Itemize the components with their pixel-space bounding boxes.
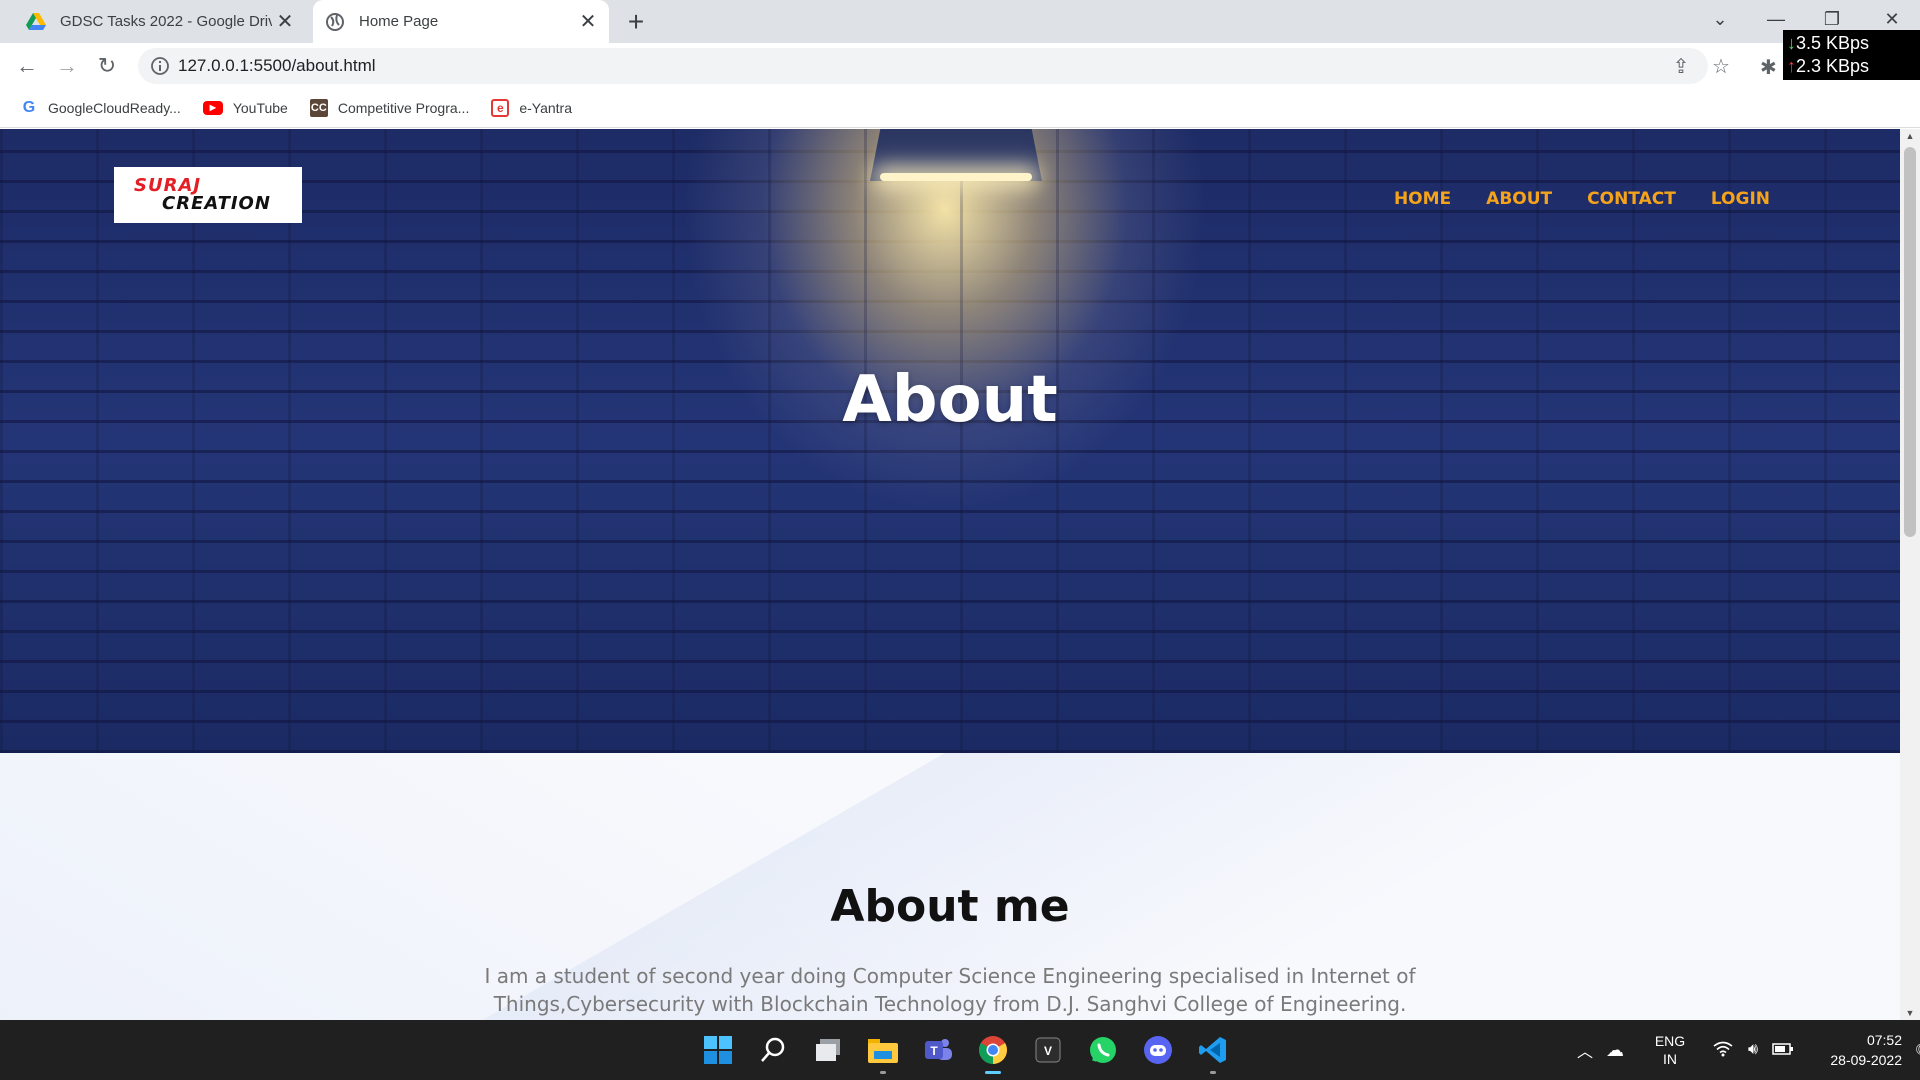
extensions-icon[interactable]: ✱ — [1760, 55, 1777, 80]
tab-title: GDSC Tasks 2022 - Google Drive — [60, 13, 272, 30]
discord-icon[interactable] — [1130, 1025, 1185, 1075]
tab-home-page[interactable]: Home Page ✕ — [313, 0, 609, 43]
vscode-icon[interactable] — [1185, 1025, 1240, 1075]
bookmark-label: YouTube — [232, 99, 288, 116]
show-hidden-icons-icon[interactable]: ︿ — [1570, 1038, 1600, 1062]
section-text: I am a student of second year doing Comp… — [484, 964, 1416, 1016]
nav-home[interactable]: HOME — [1394, 189, 1451, 209]
scroll-down-icon[interactable]: ▼ — [1905, 1008, 1915, 1018]
bookmark-e-yantra[interactable]: e e-Yantra — [491, 98, 573, 117]
site-nav: HOME ABOUT CONTACT LOGIN — [1359, 189, 1770, 209]
focus-assist-icon[interactable]: ☾ — [1908, 1040, 1920, 1060]
page-scrollbar[interactable]: ▲ ▼ — [1900, 129, 1920, 1020]
logo-line-2: CREATION — [162, 193, 271, 214]
windows-start-icon[interactable] — [690, 1025, 745, 1075]
task-view-icon[interactable] — [800, 1025, 855, 1075]
svg-text:T: T — [930, 1044, 938, 1058]
lamp-light — [880, 173, 1032, 181]
scroll-up-icon[interactable]: ▲ — [1905, 131, 1915, 141]
close-tab-icon[interactable]: ✕ — [272, 9, 298, 35]
hero-title: About — [842, 363, 1058, 437]
share-icon[interactable]: ⇪ — [1670, 55, 1692, 78]
volume-icon[interactable]: 🔊︎ — [1738, 1041, 1768, 1059]
nav-contact[interactable]: CONTACT — [1587, 189, 1676, 209]
cc-icon: CC — [309, 98, 328, 117]
language-code: ENG — [1654, 1033, 1686, 1049]
scrollbar-thumb[interactable] — [1904, 147, 1916, 537]
url-text[interactable]: 127.0.0.1:5500/about.html — [178, 48, 376, 84]
clock-time: 07:52 — [1866, 1032, 1902, 1048]
onedrive-icon[interactable]: ☁ — [1600, 1040, 1630, 1061]
bookmark-competitive-programming[interactable]: CC Competitive Progra... — [309, 98, 470, 117]
address-bar[interactable]: 127.0.0.1:5500/about.html ⇪ ☆ — [138, 48, 1730, 84]
about-section: About me I am a student of second year d… — [0, 753, 1900, 1020]
page-viewport: SURAJ CREATION HOME ABOUT CONTACT LOGIN … — [0, 129, 1900, 1020]
bookmark-youtube[interactable]: ▶ YouTube — [202, 99, 288, 116]
forward-icon[interactable]: → — [52, 51, 82, 81]
section-title: About me — [830, 881, 1070, 932]
wifi-icon[interactable] — [1708, 1041, 1738, 1060]
bookmarks-bar: G GoogleCloudReady... ▶ YouTube CC Compe… — [0, 88, 1920, 128]
chrome-icon[interactable] — [965, 1025, 1020, 1075]
bookmark-label: e-Yantra — [519, 99, 573, 116]
info-icon[interactable] — [150, 56, 170, 76]
nav-about[interactable]: ABOUT — [1486, 189, 1552, 209]
download-arrow-icon: ↓ — [1787, 33, 1796, 53]
search-icon[interactable] — [745, 1025, 800, 1075]
tab-strip: GDSC Tasks 2022 - Google Drive ✕ Home Pa… — [0, 0, 1920, 43]
file-explorer-icon[interactable] — [855, 1025, 910, 1075]
language-indicator[interactable]: ENG IN — [1640, 1032, 1700, 1068]
new-tab-button[interactable]: + — [620, 6, 652, 38]
tab-title: Home Page — [359, 13, 439, 30]
download-speed: 3.5 KBps — [1796, 33, 1870, 53]
hero-section: SURAJ CREATION HOME ABOUT CONTACT LOGIN … — [0, 129, 1900, 753]
back-icon[interactable]: ← — [12, 51, 42, 81]
google-icon: G — [22, 98, 36, 116]
close-tab-icon[interactable]: ✕ — [575, 9, 601, 35]
clock[interactable]: 07:52 28-09-2022 — [1804, 1030, 1902, 1070]
clock-date: 28-09-2022 — [1830, 1052, 1902, 1068]
globe-icon — [325, 12, 345, 32]
google-drive-icon — [26, 12, 46, 32]
network-speed-overlay: ↓3.5 KBps ↑2.3 KBps — [1783, 30, 1920, 80]
nav-login[interactable]: LOGIN — [1711, 189, 1770, 209]
upload-arrow-icon: ↑ — [1787, 56, 1796, 76]
taskbar-apps: T V — [690, 1020, 1240, 1080]
browser-toolbar: ← → ↻ 127.0.0.1:5500/about.html ⇪ ☆ ✱ — [0, 43, 1920, 88]
bookmark-label: Competitive Progra... — [337, 99, 470, 116]
teams-icon[interactable]: T — [910, 1025, 965, 1075]
eyantra-icon: e — [491, 98, 510, 117]
upload-speed: 2.3 KBps — [1796, 56, 1870, 76]
youtube-icon: ▶ — [202, 100, 223, 115]
app-icon[interactable]: V — [1020, 1025, 1075, 1075]
bookmark-label: GoogleCloudReady... — [48, 99, 181, 116]
site-logo[interactable]: SURAJ CREATION — [114, 167, 302, 223]
svg-text:V: V — [1043, 1044, 1051, 1058]
region-code: IN — [1663, 1051, 1677, 1067]
windows-taskbar: T V ︿ ☁ ENG IN 🔊︎ 07:52 28-09-2022 — [0, 1020, 1920, 1080]
tab-google-drive[interactable]: GDSC Tasks 2022 - Google Drive ✕ — [14, 0, 306, 43]
reload-icon[interactable]: ↻ — [92, 51, 122, 81]
battery-icon[interactable] — [1768, 1042, 1798, 1059]
whatsapp-icon[interactable] — [1075, 1025, 1130, 1075]
system-tray: ︿ ☁ ENG IN 🔊︎ 07:52 28-09-2022 ☾ — [1570, 1020, 1920, 1080]
bookmark-star-icon[interactable]: ☆ — [1710, 55, 1732, 78]
bookmark-googlecloudready[interactable]: G GoogleCloudReady... — [20, 99, 181, 117]
tab-search-icon[interactable]: ⌄ — [1692, 0, 1748, 38]
